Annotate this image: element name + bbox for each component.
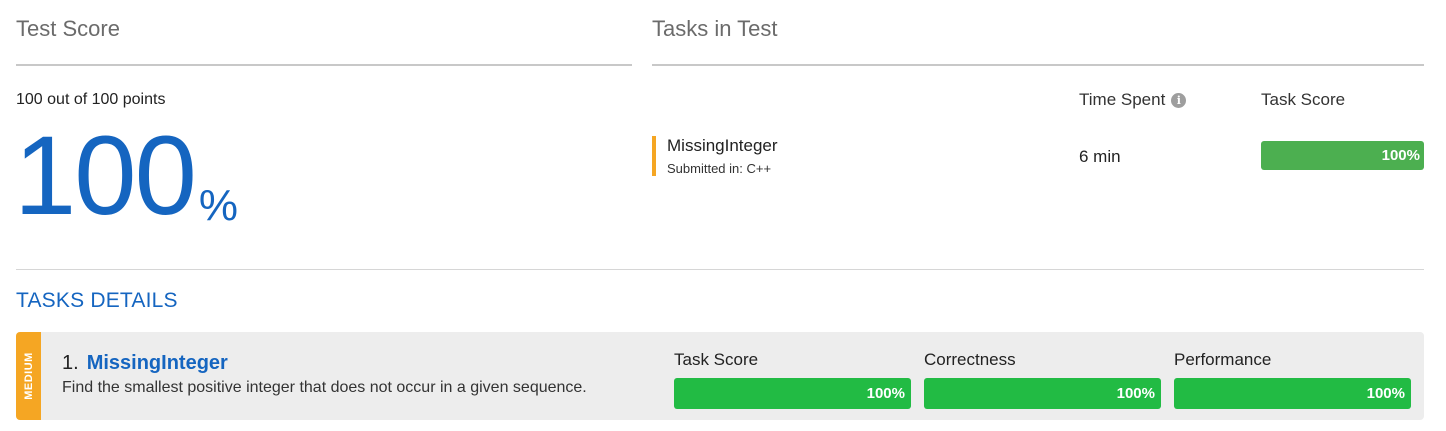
task-detail-description: Find the smallest positive integer that … bbox=[62, 379, 587, 396]
metric-task-score-label: Task Score bbox=[674, 350, 759, 369]
metric-performance-label: Performance bbox=[1174, 350, 1272, 369]
metric-correctness-value: 100% bbox=[1116, 385, 1155, 402]
task-score-header: Task Score bbox=[1261, 90, 1346, 109]
task-submitted-language: Submitted in: C++ bbox=[667, 161, 772, 176]
section-divider bbox=[16, 269, 1424, 270]
test-score-divider bbox=[16, 64, 632, 66]
task-time-spent: 6 min bbox=[1079, 147, 1121, 166]
metric-task-score-bar: 100% bbox=[674, 378, 911, 409]
task-detail-card: MEDIUM 1. MissingInteger Find the smalle… bbox=[16, 332, 1424, 420]
metric-performance-value: 100% bbox=[1366, 385, 1405, 402]
task-accent-bar bbox=[652, 136, 656, 176]
overall-score-percent: % bbox=[198, 181, 238, 230]
difficulty-label: MEDIUM bbox=[22, 352, 35, 400]
tasks-in-test-title: Tasks in Test bbox=[652, 16, 778, 41]
task-detail-number: 1. bbox=[62, 352, 79, 374]
task-detail-heading: 1. MissingInteger bbox=[62, 352, 228, 375]
tasks-in-test-divider bbox=[652, 64, 1424, 66]
test-score-title: Test Score bbox=[16, 16, 120, 41]
overall-score: 100 % bbox=[14, 120, 238, 232]
overall-score-number: 100 bbox=[14, 113, 197, 238]
metric-performance-bar: 100% bbox=[1174, 378, 1411, 409]
task-name[interactable]: MissingInteger bbox=[667, 136, 778, 156]
task-score-value: 100% bbox=[1381, 147, 1420, 164]
time-spent-label: Time Spent bbox=[1079, 90, 1166, 109]
task-score-bar: 100% bbox=[1261, 141, 1424, 170]
metric-correctness-label: Correctness bbox=[924, 350, 1016, 369]
info-icon[interactable]: i bbox=[1171, 92, 1187, 108]
time-spent-header: Time Spent i bbox=[1079, 90, 1187, 110]
metric-correctness-bar: 100% bbox=[924, 378, 1161, 409]
difficulty-badge: MEDIUM bbox=[16, 332, 41, 420]
task-row[interactable] bbox=[652, 136, 656, 176]
tasks-details-title: TASKS DETAILS bbox=[16, 289, 178, 312]
task-detail-link[interactable]: MissingInteger bbox=[87, 352, 228, 375]
metric-task-score-value: 100% bbox=[866, 385, 905, 402]
points-summary: 100 out of 100 points bbox=[16, 91, 166, 108]
